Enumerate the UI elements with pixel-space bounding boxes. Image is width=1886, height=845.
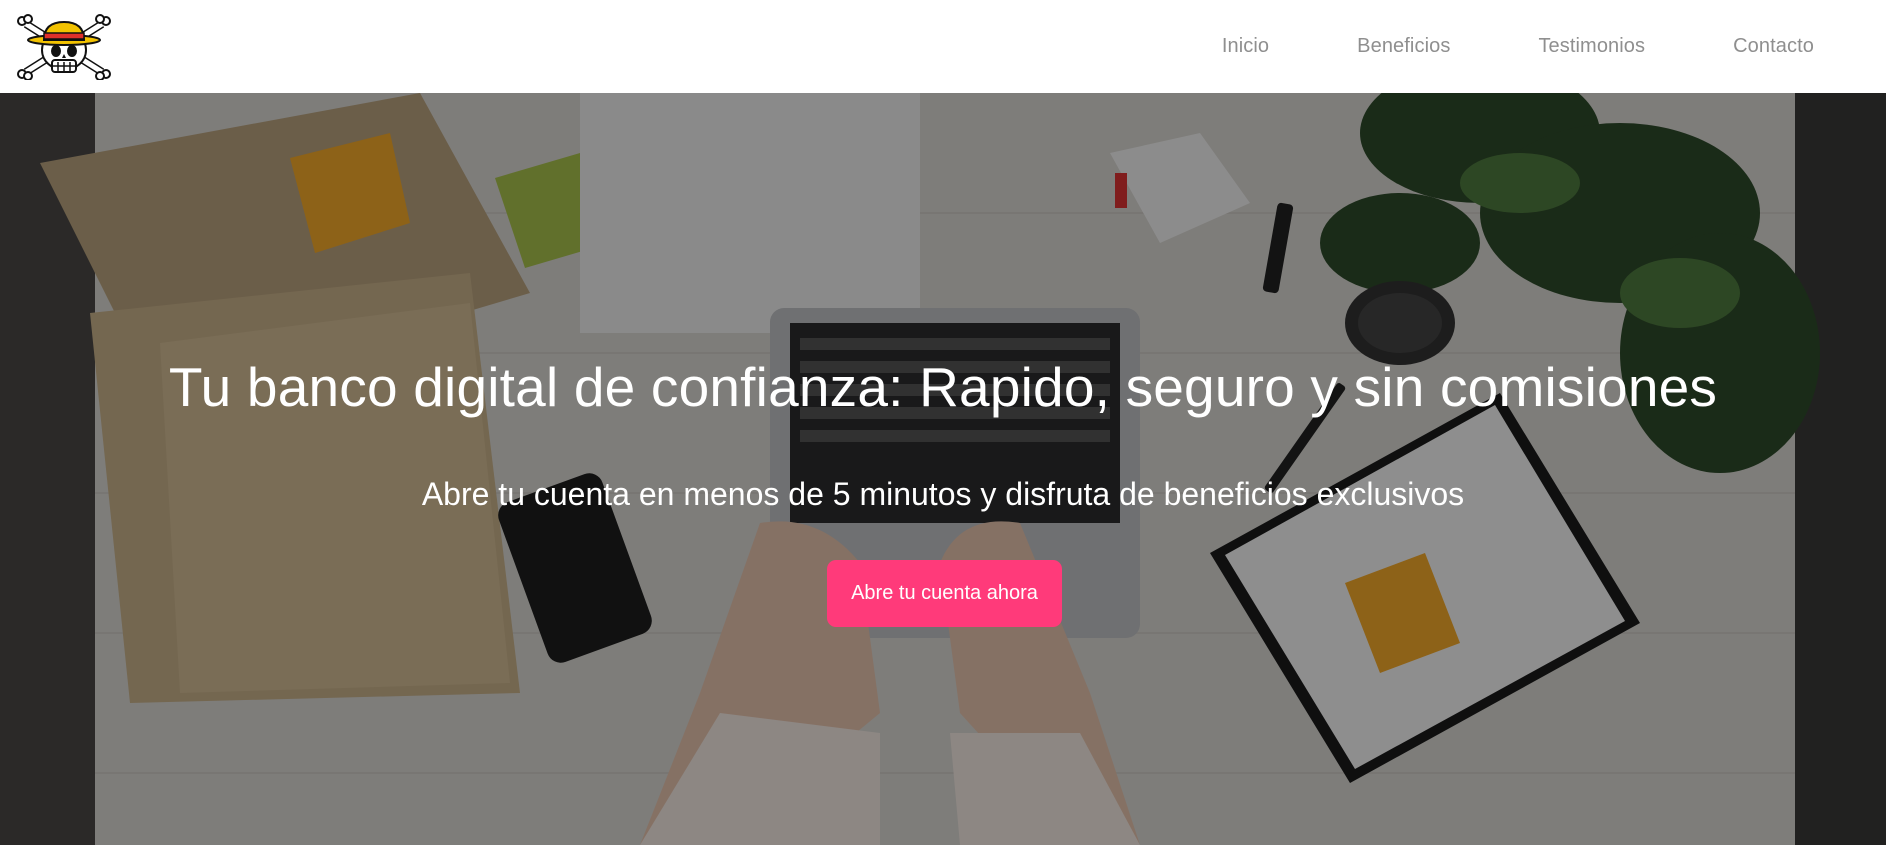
hero-section: Tu banco digital de confianza: Rapido, s… <box>0 93 1886 845</box>
nav-link-testimonios[interactable]: Testimonios <box>1538 35 1645 58</box>
nav-link-beneficios[interactable]: Beneficios <box>1357 35 1450 58</box>
hero-subtitle: Abre tu cuenta en menos de 5 minutos y d… <box>421 476 1465 512</box>
main-nav: Inicio Beneficios Testimonios Contacto <box>1222 35 1814 58</box>
nav-link-contacto[interactable]: Contacto <box>1733 35 1814 58</box>
hero-content: Tu banco digital de confianza: Rapido, s… <box>0 93 1886 845</box>
hero-title: Tu banco digital de confianza: Rapido, s… <box>168 356 1718 418</box>
open-account-button[interactable]: Abre tu cuenta ahora <box>827 560 1062 627</box>
nav-link-inicio[interactable]: Inicio <box>1222 35 1269 58</box>
top-navbar: Inicio Beneficios Testimonios Contacto <box>0 0 1886 93</box>
straw-hat-skull-logo-icon[interactable] <box>14 13 114 80</box>
